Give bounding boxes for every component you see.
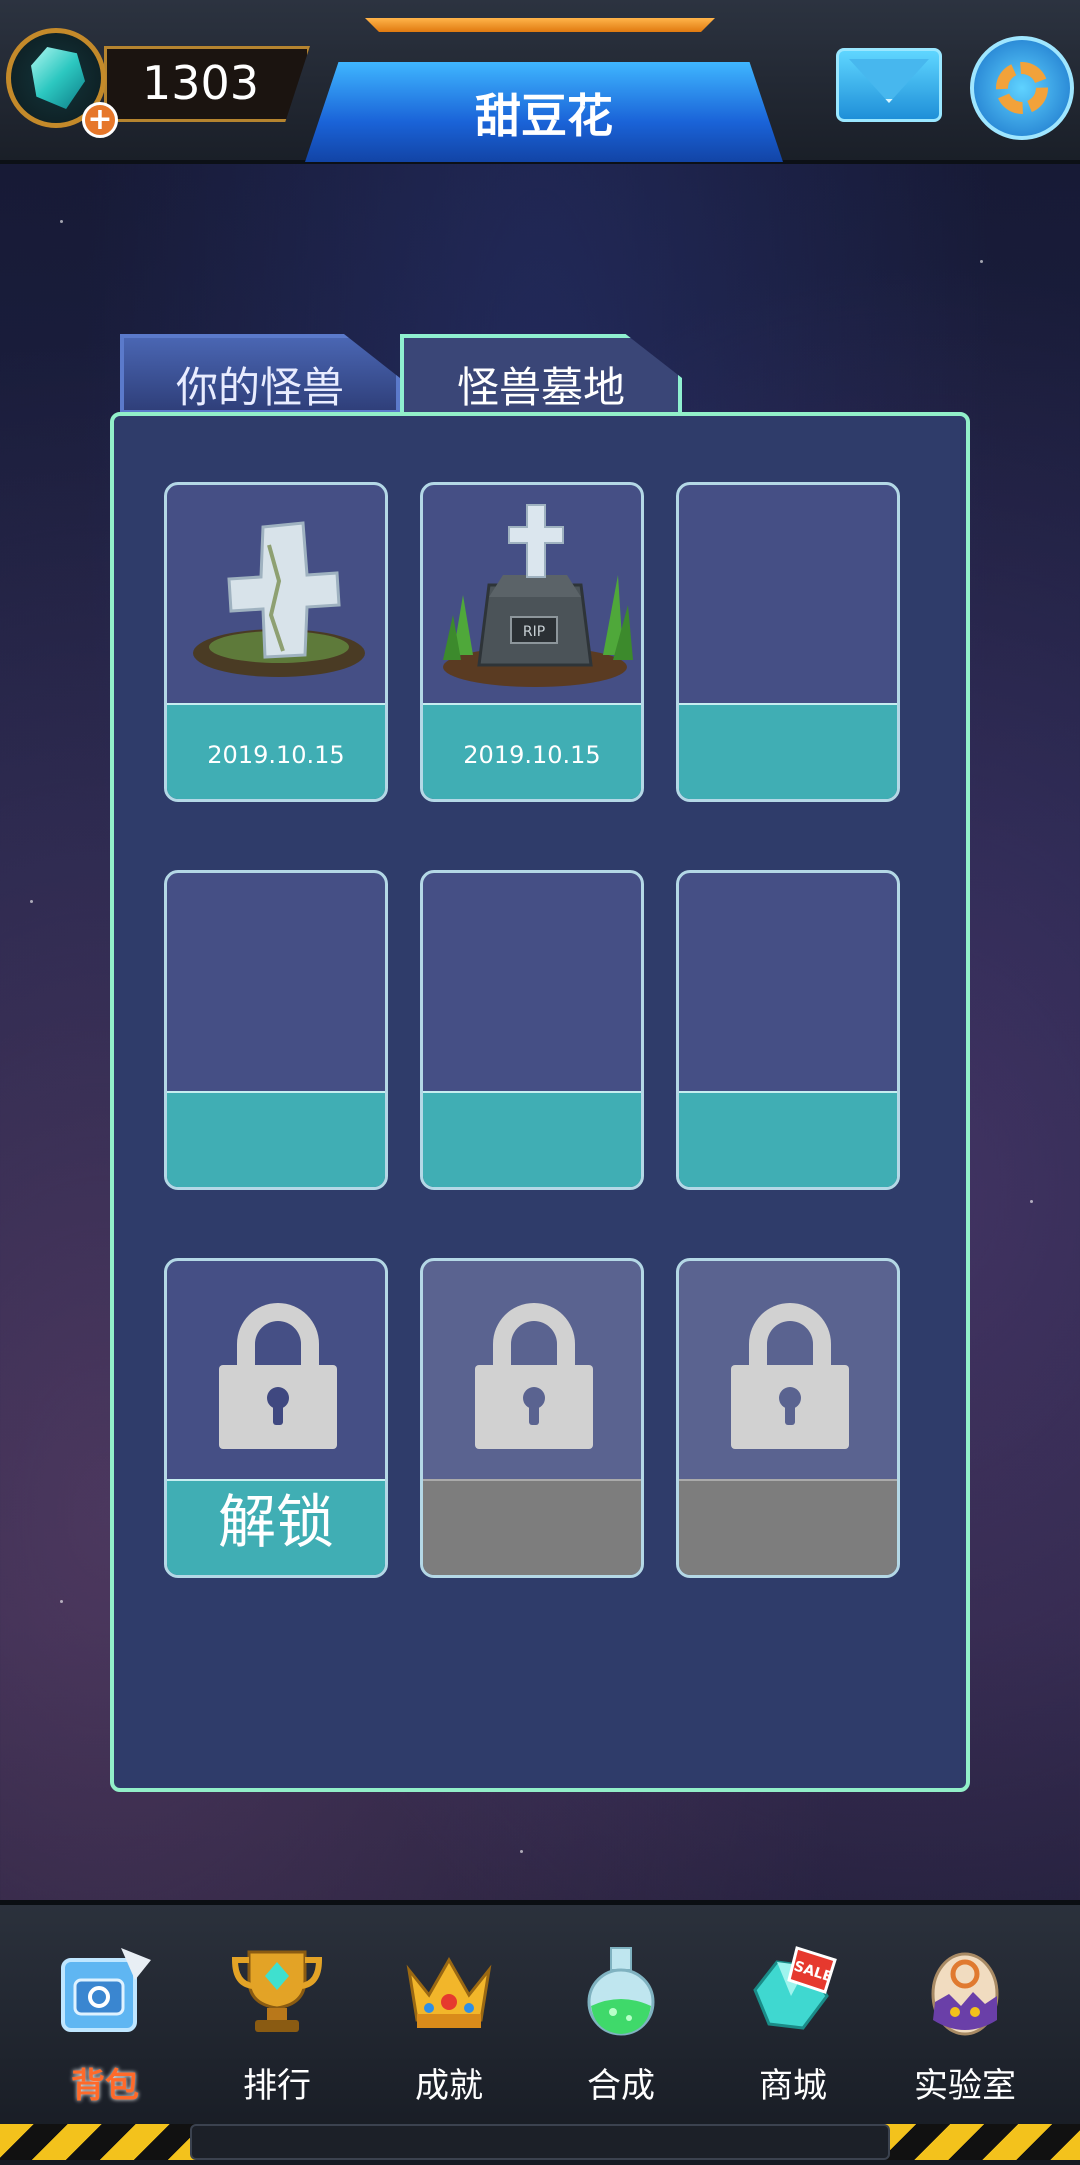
background-star [520, 1850, 523, 1853]
death-date: 2019.10.15 [463, 741, 601, 769]
nav-label: 背包 [71, 2066, 139, 2106]
background-star [60, 1600, 63, 1603]
empty-slot[interactable] [164, 870, 388, 1190]
empty-slot[interactable] [676, 870, 900, 1190]
slot-footer [167, 1091, 385, 1187]
tombstone-cross-icon [193, 521, 365, 677]
slot-footer [679, 703, 897, 799]
nav-label: 实验室 [914, 2066, 1016, 2106]
slot-footer [679, 1479, 897, 1575]
padlock-body [731, 1365, 849, 1449]
padlock-body [219, 1365, 337, 1449]
backpack-icon [61, 1948, 151, 2032]
background-star [60, 220, 63, 223]
empty-slot[interactable] [676, 482, 900, 802]
locked-slot [420, 1258, 644, 1578]
gem-icon [31, 47, 85, 109]
nav-label: 合成 [587, 2066, 655, 2106]
nav-label: 商城 [759, 2066, 827, 2106]
tab-label: 你的怪兽 [175, 363, 344, 412]
potion-flask-icon [587, 1947, 655, 2036]
grave-stone-cross-icon: RIP [443, 504, 633, 687]
add-gems-button[interactable]: + [82, 102, 118, 138]
keyhole-stem [529, 1403, 539, 1425]
slot-footer [423, 1479, 641, 1575]
background-star [30, 900, 33, 903]
death-date: 2019.10.15 [207, 741, 345, 769]
keyhole-stem [785, 1403, 795, 1425]
egg-icon [931, 1952, 999, 2036]
tab-monster-graveyard[interactable]: 怪兽墓地 [400, 334, 682, 414]
trophy-icon [231, 1950, 323, 2032]
player-name: 甜豆花 [475, 89, 613, 143]
top-bar-accent [365, 18, 715, 32]
padlock-icon [219, 1303, 337, 1449]
slot-footer [679, 1091, 897, 1187]
background-star [980, 260, 983, 263]
nav-label: 成就 [415, 2066, 483, 2106]
padlock-icon [475, 1303, 593, 1449]
nav-shop[interactable]: SALE 商城 [708, 1940, 878, 2110]
nav-synthesis[interactable]: 合成 [536, 1940, 706, 2110]
nav-label: 排行 [243, 2066, 311, 2106]
keyhole-stem [273, 1403, 283, 1425]
envelope-icon [849, 59, 929, 103]
gem-sale-icon: SALE [753, 1946, 837, 2030]
nav-backpack[interactable]: 背包 [20, 1940, 190, 2110]
svg-text:RIP: RIP [523, 624, 545, 640]
tab-label: 怪兽墓地 [456, 363, 625, 412]
graveyard-panel: 2019.10.15 RIP 2019.10.15 解锁 [110, 412, 970, 1792]
grave-slot[interactable]: RIP 2019.10.15 [420, 482, 644, 802]
gear-icon [996, 62, 1048, 114]
bottom-rail [190, 2124, 890, 2160]
grave-slot[interactable]: 2019.10.15 [164, 482, 388, 802]
unlock-label: 解锁 [217, 1488, 334, 1556]
currency-value: 1303 [142, 56, 260, 110]
nav-laboratory[interactable]: 实验室 [880, 1940, 1050, 2110]
empty-slot[interactable] [420, 870, 644, 1190]
background-star [1030, 1200, 1033, 1203]
tab-your-monsters[interactable]: 你的怪兽 [120, 334, 400, 414]
crown-icon [406, 1956, 492, 2028]
padlock-icon [731, 1303, 849, 1449]
locked-slot [676, 1258, 900, 1578]
nav-ranking[interactable]: 排行 [192, 1940, 362, 2110]
locked-slot-unlockable[interactable]: 解锁 [164, 1258, 388, 1578]
nav-achievements[interactable]: 成就 [364, 1940, 534, 2110]
mail-button[interactable] [836, 48, 942, 122]
settings-button[interactable] [970, 36, 1074, 140]
slot-footer [423, 1091, 641, 1187]
padlock-body [475, 1365, 593, 1449]
